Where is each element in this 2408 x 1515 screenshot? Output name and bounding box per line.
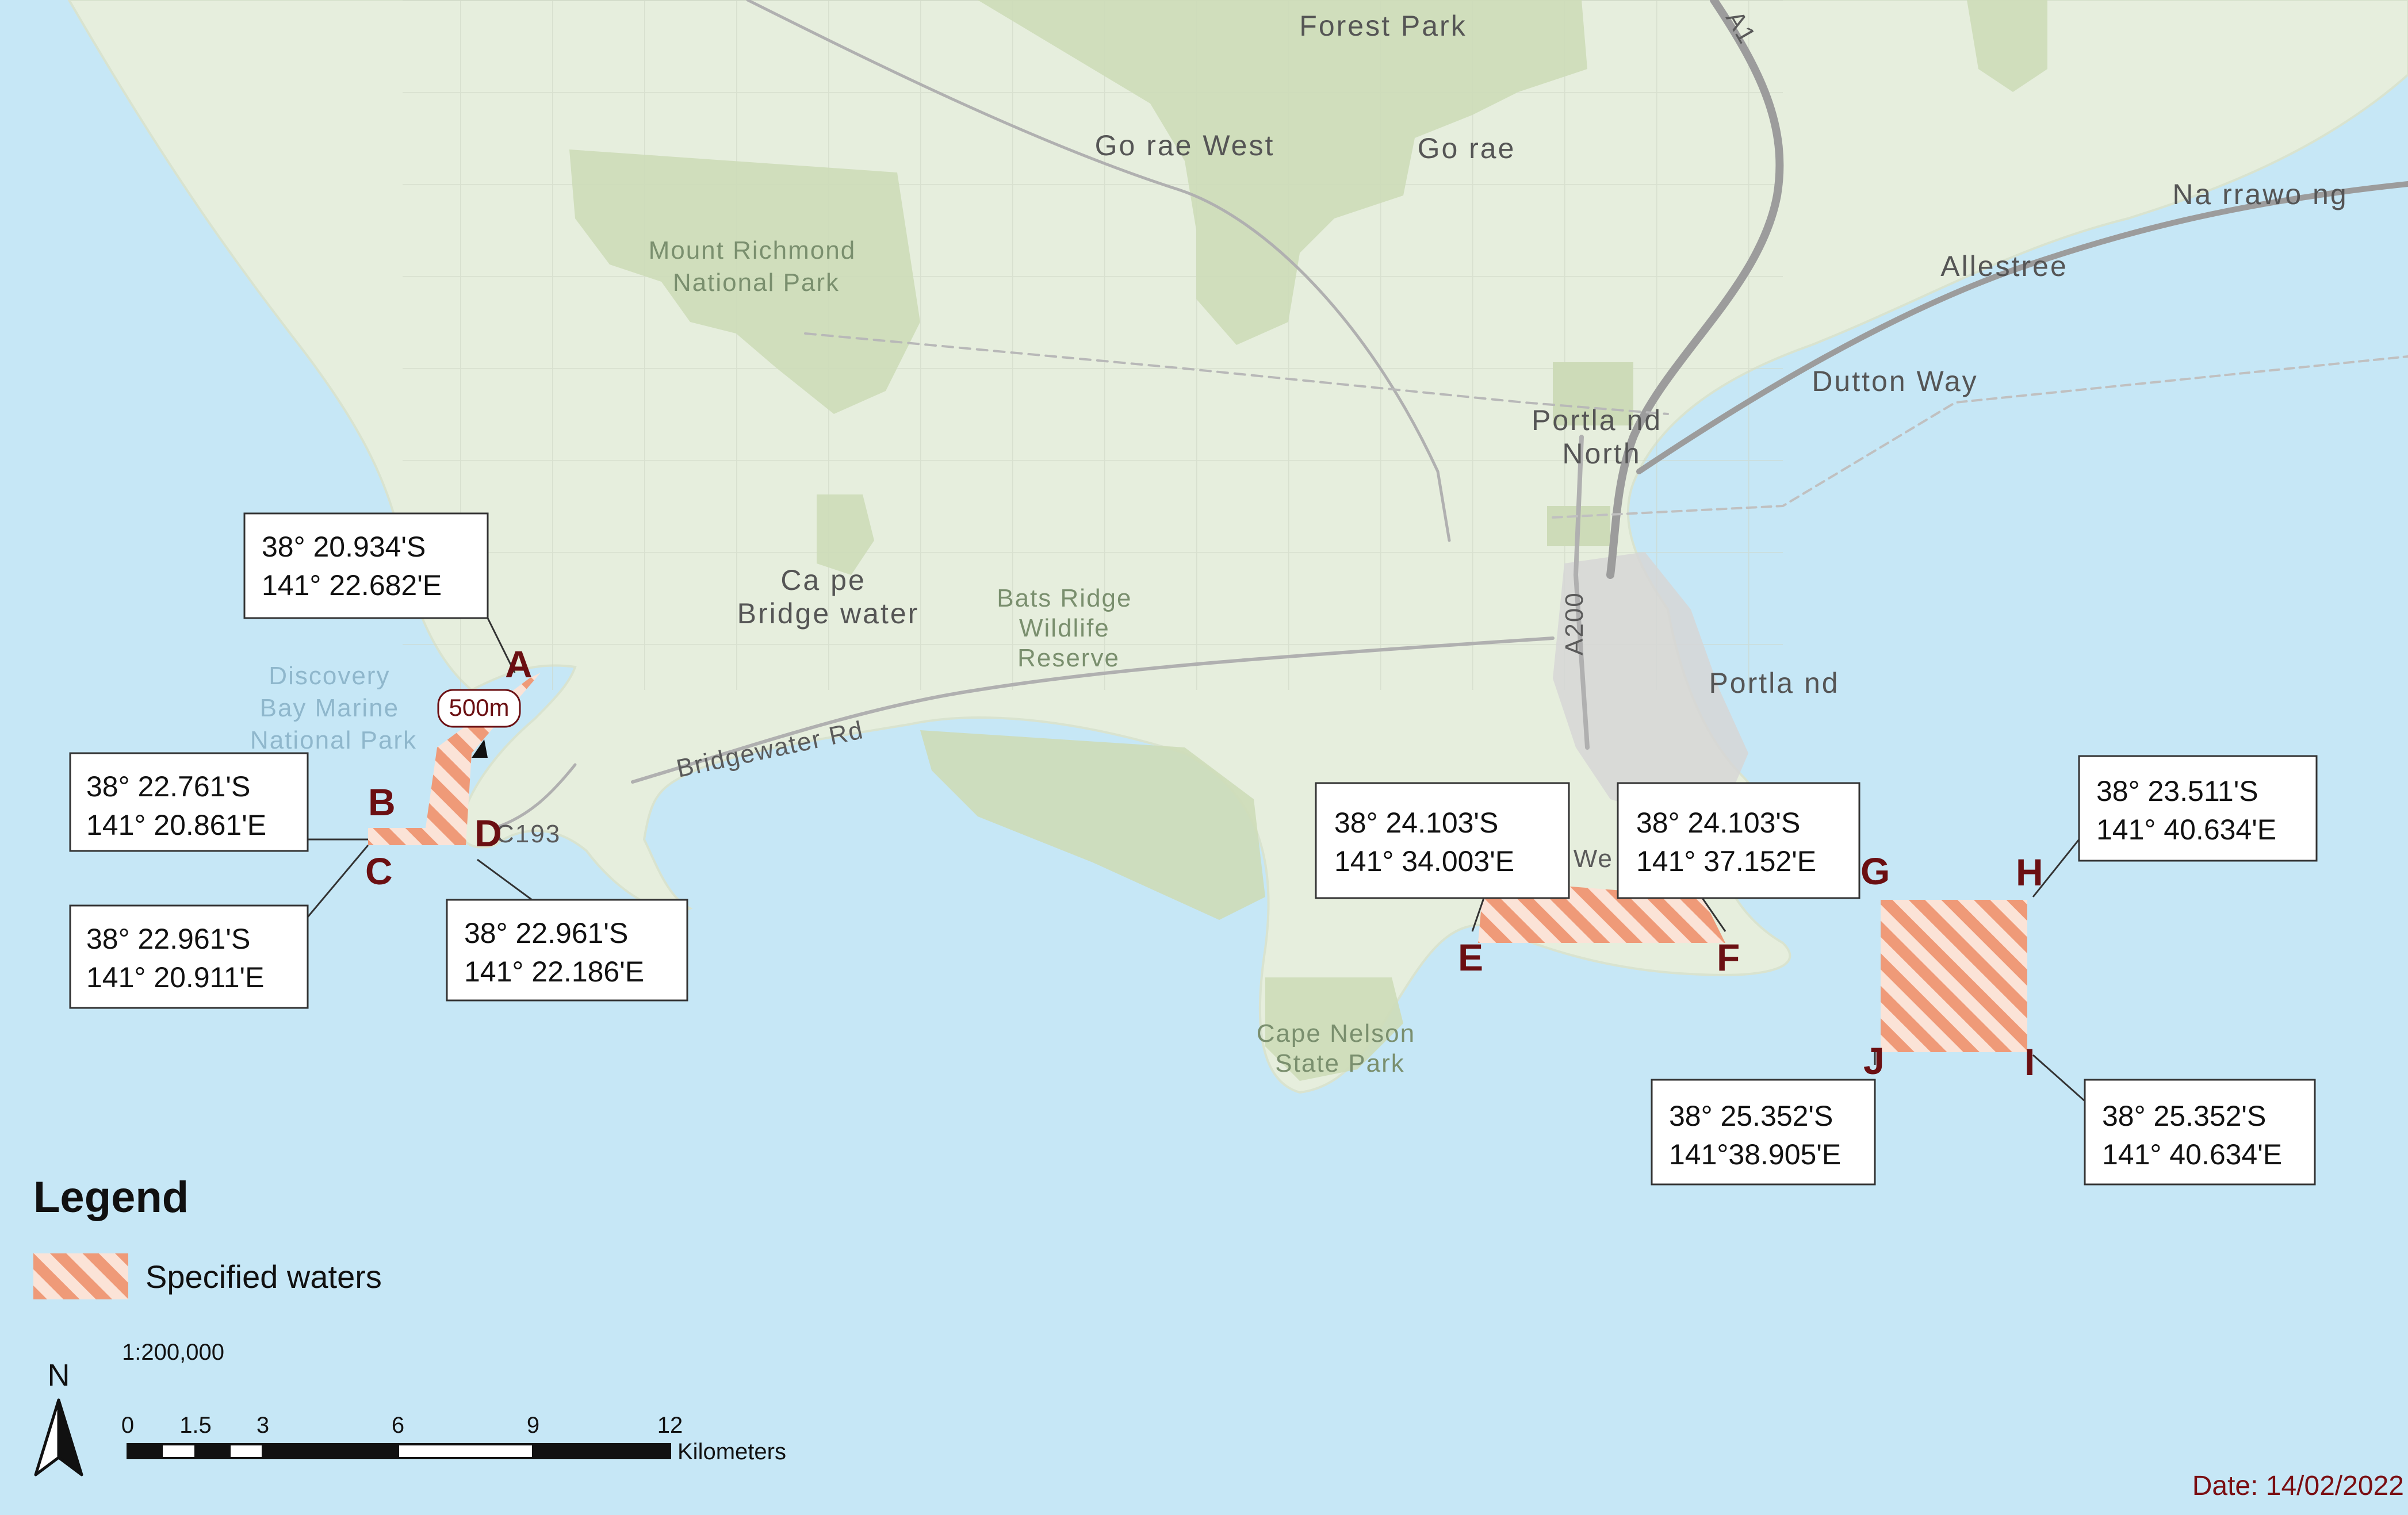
map-canvas: 500m Forest Park Go rae West Go rae Na r… xyxy=(0,0,2408,1515)
label-portland: Portla nd xyxy=(1709,667,1839,699)
point-g: G xyxy=(1860,850,1890,892)
legend-hatch-swatch xyxy=(33,1253,128,1299)
north-label: N xyxy=(48,1358,70,1393)
legend-item-label: Specified waters xyxy=(146,1259,382,1295)
svg-text:38° 25.352'S: 38° 25.352'S xyxy=(1669,1100,1833,1132)
scale-tick-3: 6 xyxy=(392,1413,404,1438)
svg-text:141° 20.911'E: 141° 20.911'E xyxy=(86,961,264,994)
scale-tick-0: 0 xyxy=(121,1413,134,1438)
svg-text:38° 23.511'S: 38° 23.511'S xyxy=(2096,775,2258,807)
label-gorae: Go rae xyxy=(1418,132,1516,164)
label-forest-park: Forest Park xyxy=(1299,10,1467,42)
svg-text:141° 20.861'E: 141° 20.861'E xyxy=(86,809,266,841)
coord-box-b: 38° 22.761'S 141° 20.861'E xyxy=(69,752,309,852)
point-h: H xyxy=(2016,851,2043,893)
legend-title: Legend xyxy=(33,1173,189,1222)
svg-text:141° 40.634'E: 141° 40.634'E xyxy=(2096,814,2276,846)
scale-tick-4: 9 xyxy=(527,1413,539,1438)
svg-text:38° 25.352'S: 38° 25.352'S xyxy=(2102,1100,2266,1132)
coord-box-d: 38° 22.961'S 141° 22.186'E xyxy=(446,899,688,1002)
coord-box-i: 38° 25.352'S 141° 40.634'E xyxy=(2084,1079,2316,1186)
specified-waters-area-g-j xyxy=(1881,900,2027,1052)
point-f: F xyxy=(1717,936,1740,979)
svg-text:141° 22.186'E: 141° 22.186'E xyxy=(464,956,644,988)
coord-box-j: 38° 25.352'S 141°38.905'E xyxy=(1651,1079,1876,1186)
point-d: D xyxy=(474,812,502,854)
label-c193: C193 xyxy=(496,820,561,848)
coord-box-a: 38° 20.934'S 141° 22.682'E xyxy=(243,512,489,619)
svg-text:38° 24.103'S: 38° 24.103'S xyxy=(1636,807,1800,839)
svg-text:38° 22.761'S: 38° 22.761'S xyxy=(86,770,250,803)
label-a200: A200 xyxy=(1560,592,1588,655)
label-allestree: Allestree xyxy=(1940,250,2068,282)
point-i: I xyxy=(2024,1041,2035,1083)
svg-text:141°38.905'E: 141°38.905'E xyxy=(1669,1138,1841,1171)
svg-text:141° 37.152'E: 141° 37.152'E xyxy=(1636,845,1816,877)
point-c: C xyxy=(365,850,393,892)
svg-text:141° 40.634'E: 141° 40.634'E xyxy=(2102,1138,2282,1171)
label-narrawong: Na rrawo ng xyxy=(2172,178,2348,210)
label-dutton-way: Dutton Way xyxy=(1812,365,1978,397)
coord-box-h: 38° 23.511'S 141° 40.634'E xyxy=(2078,755,2318,862)
scale-tick-2: 3 xyxy=(257,1413,269,1438)
coord-box-c: 38° 22.961'S 141° 20.911'E xyxy=(69,904,309,1009)
coord-box-e: 38° 24.103'S 141° 34.003'E xyxy=(1315,782,1570,899)
scale-tick-1: 1.5 xyxy=(179,1413,212,1438)
point-a: A xyxy=(505,643,533,685)
point-j: J xyxy=(1863,1040,1885,1082)
coord-box-f: 38° 24.103'S 141° 37.152'E xyxy=(1617,782,1860,899)
scale-ratio: 1:200,000 xyxy=(122,1340,224,1365)
scale-bar-segments xyxy=(127,1443,671,1459)
map-date: Date: 14/02/2022 xyxy=(2192,1471,2404,1501)
scale-tick-5: 12 xyxy=(657,1413,683,1438)
svg-text:141° 34.003'E: 141° 34.003'E xyxy=(1334,845,1514,877)
scale-unit: Kilometers xyxy=(677,1439,786,1464)
point-e: E xyxy=(1458,936,1483,979)
svg-text:38° 24.103'S: 38° 24.103'S xyxy=(1334,807,1498,839)
label-discovery-bay: Discovery Bay Marine National Park xyxy=(250,662,417,754)
distance-label: 500m xyxy=(449,694,509,721)
label-gorae-west: Go rae West xyxy=(1095,129,1275,162)
svg-text:38° 22.961'S: 38° 22.961'S xyxy=(464,917,628,949)
svg-text:38° 20.934'S: 38° 20.934'S xyxy=(262,531,426,563)
point-b: B xyxy=(368,781,396,823)
svg-text:141° 22.682'E: 141° 22.682'E xyxy=(262,569,442,601)
svg-text:38° 22.961'S: 38° 22.961'S xyxy=(86,923,250,955)
